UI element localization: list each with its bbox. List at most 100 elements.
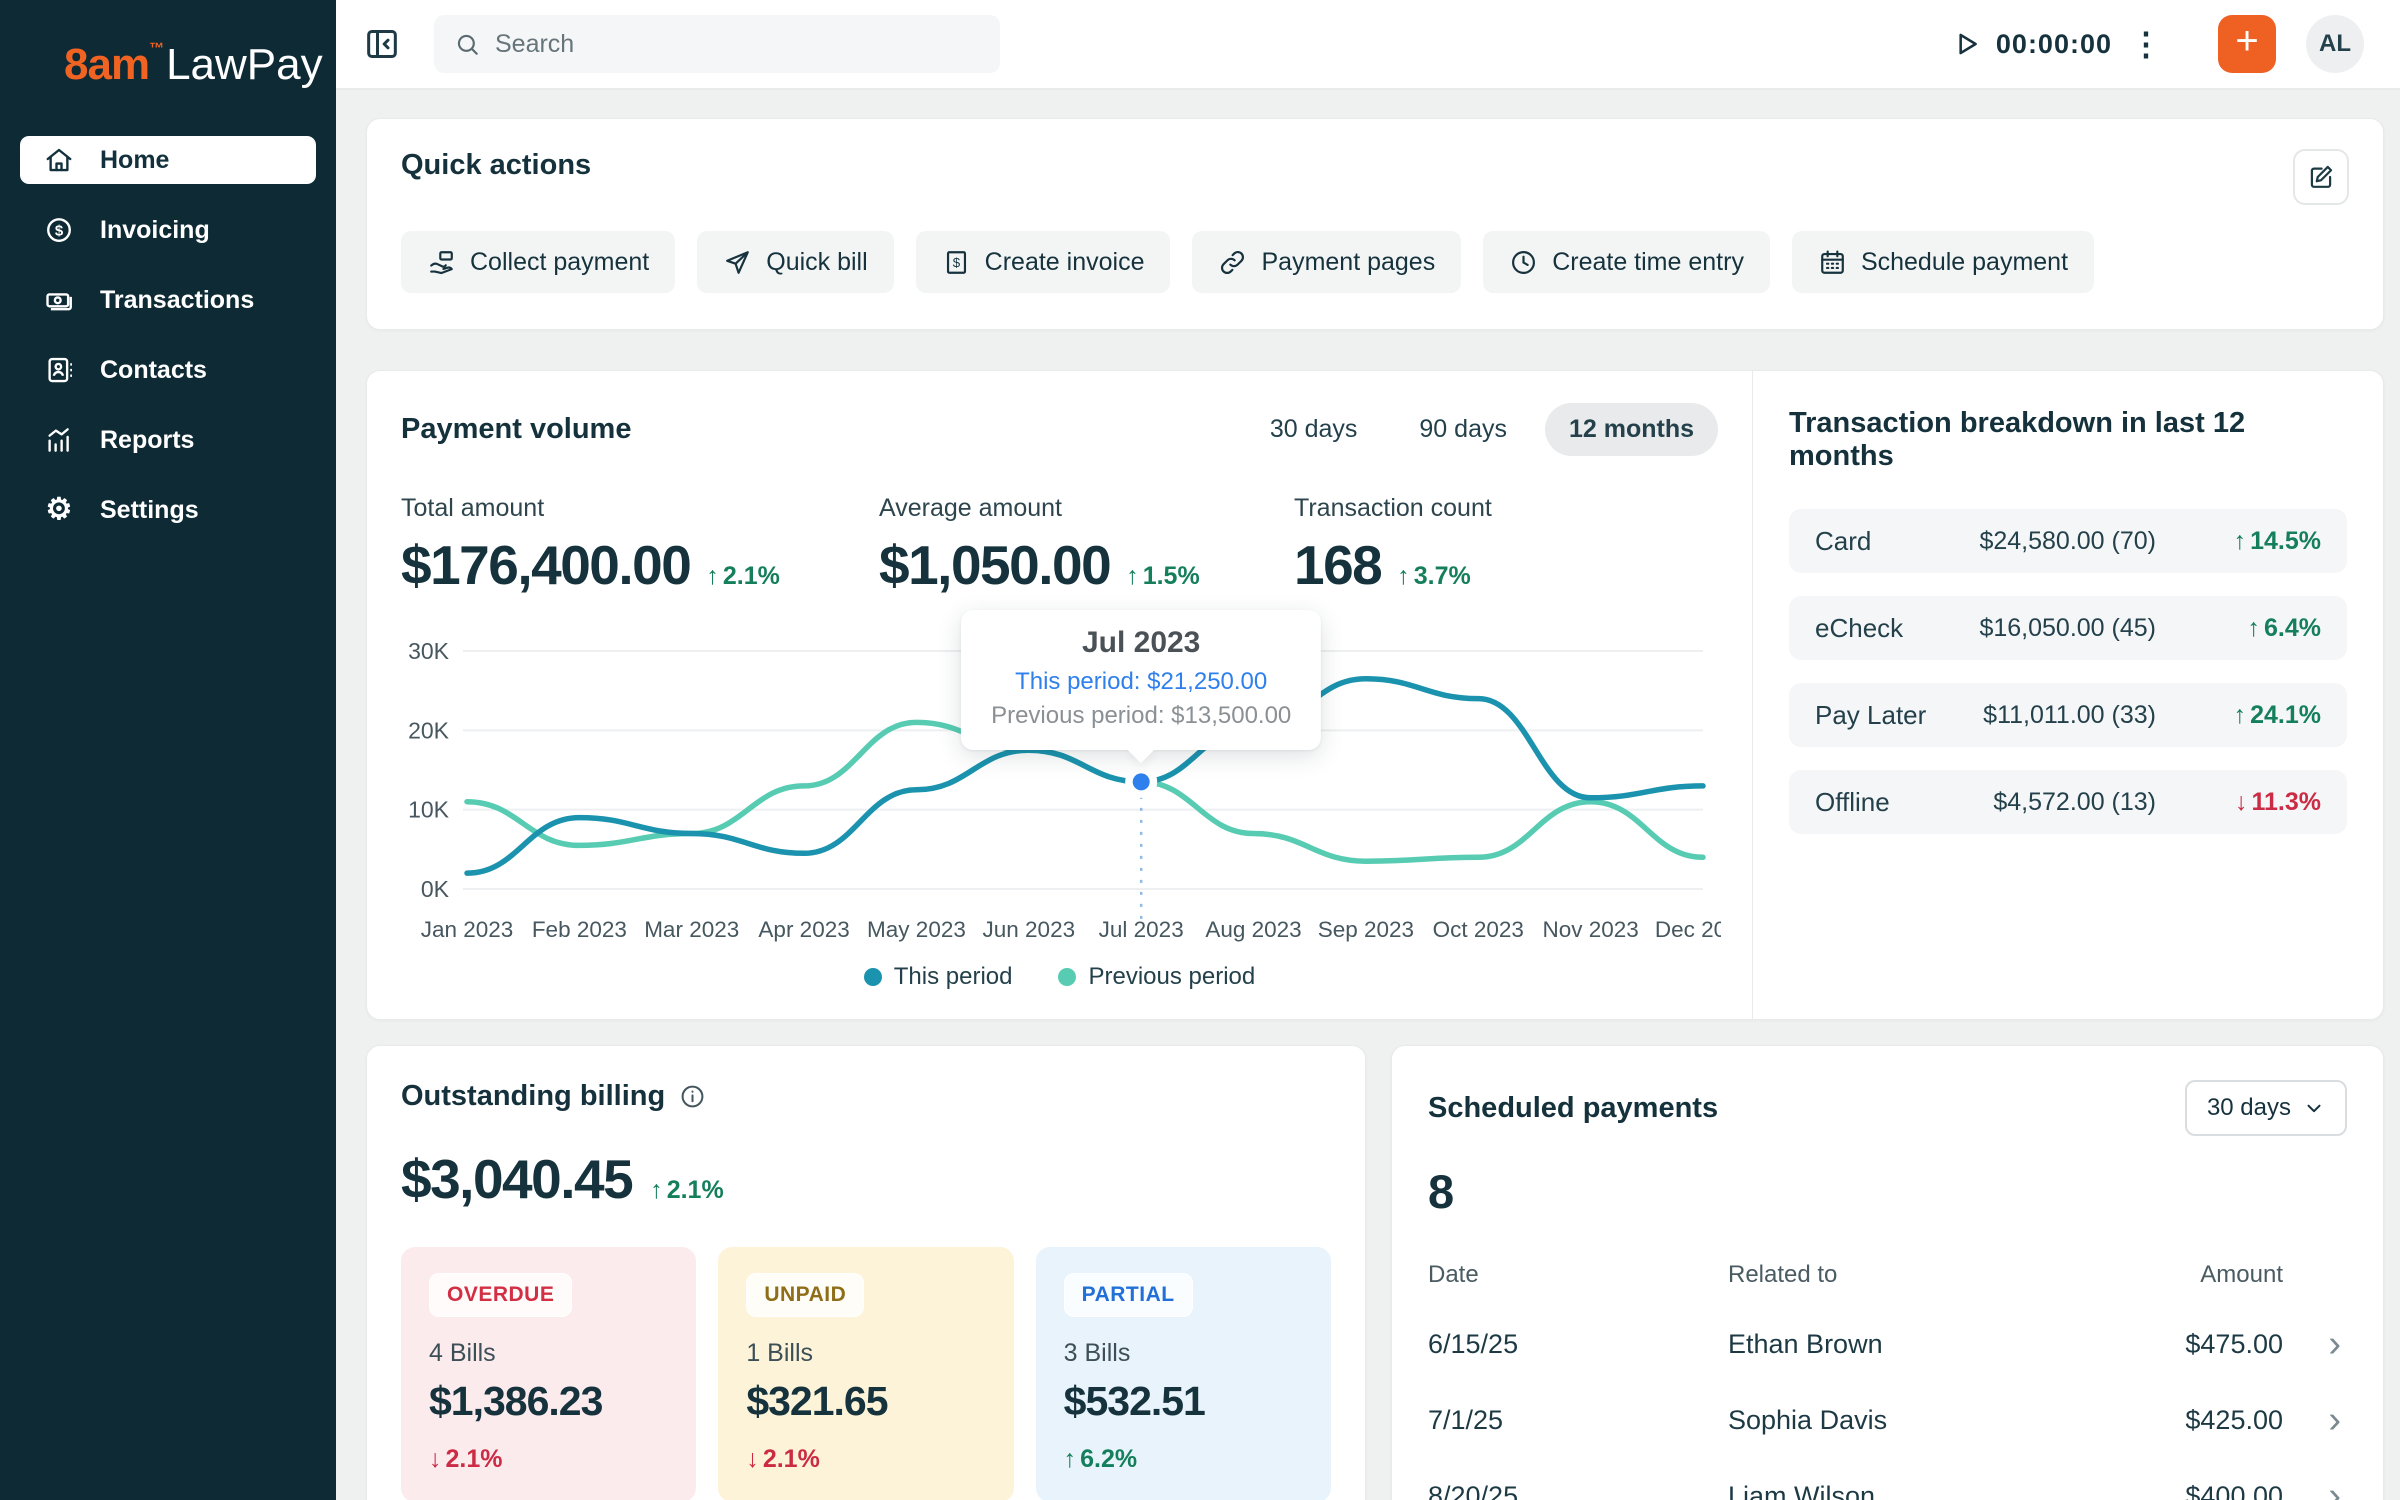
- logo-trademark: ™: [149, 40, 164, 57]
- this-period-dot-icon: [864, 968, 882, 986]
- invoicing-icon: $: [44, 215, 74, 245]
- chevron-right-icon[interactable]: ›: [2283, 1477, 2347, 1500]
- kebab-menu-icon[interactable]: ⋮: [2130, 28, 2162, 60]
- tab-90-days[interactable]: 90 days: [1395, 403, 1531, 456]
- sidebar-item-reports[interactable]: Reports: [20, 416, 316, 464]
- topbar-right: 00:00:00 ⋮ + AL: [1950, 15, 2364, 73]
- sidebar-item-label: Home: [100, 146, 169, 175]
- topbar: 00:00:00 ⋮ + AL: [336, 0, 2400, 90]
- svg-text:Aug 2023: Aug 2023: [1205, 917, 1301, 942]
- collapse-sidebar-button[interactable]: [362, 24, 402, 64]
- partial-tile[interactable]: PARTIAL 3 Bills $532.51 ↑6.2%: [1036, 1247, 1331, 1500]
- sidebar-item-invoicing[interactable]: $ Invoicing: [20, 206, 316, 254]
- svg-text:Nov 2023: Nov 2023: [1542, 917, 1638, 942]
- legend-previous-period: Previous period: [1058, 963, 1255, 991]
- svg-text:Jan 2023: Jan 2023: [421, 917, 514, 942]
- svg-text:$: $: [55, 222, 64, 239]
- add-button[interactable]: +: [2218, 15, 2276, 73]
- logo-lawpay: LawPay: [166, 40, 323, 89]
- payment-volume-chart[interactable]: 0K10K20K30KJan 2023Feb 2023Mar 2023Apr 2…: [401, 623, 1721, 953]
- chart-legend: This period Previous period: [401, 963, 1718, 991]
- table-row[interactable]: 8/20/25 Liam Wilson $400.00 ›: [1428, 1441, 2347, 1500]
- tooltip-this-period: This period: $21,250.00: [991, 668, 1291, 696]
- svg-text:Sep 2023: Sep 2023: [1318, 917, 1414, 942]
- avatar[interactable]: AL: [2306, 15, 2364, 73]
- status-badge-unpaid: UNPAID: [746, 1273, 864, 1317]
- logo-8am: 8am: [64, 40, 149, 89]
- quick-bill-button[interactable]: Quick bill: [697, 231, 893, 293]
- sidebar-item-settings[interactable]: ⚙ Settings: [20, 486, 316, 534]
- schedule-payment-button[interactable]: Schedule payment: [1792, 231, 2094, 293]
- svg-text:$: $: [952, 255, 960, 270]
- outstanding-billing-card: Outstanding billing $3,040.45 ↑2.1% OVER…: [366, 1045, 1366, 1500]
- payment-volume-card: Payment volume 30 days 90 days 12 months…: [366, 370, 2384, 1020]
- stat-transaction-count: Transaction count 168 ↑3.7%: [1294, 494, 1492, 597]
- tooltip-previous-period: Previous period: $13,500.00: [991, 702, 1291, 730]
- svg-text:10K: 10K: [408, 797, 450, 823]
- breakdown-row-offline: Offline $4,572.00 (13) ↓11.3%: [1789, 770, 2347, 834]
- sidebar-item-transactions[interactable]: Transactions: [20, 276, 316, 324]
- sidebar-item-label: Invoicing: [100, 216, 210, 245]
- outstanding-total: $3,040.45: [401, 1147, 632, 1211]
- range-tabs: 30 days 90 days 12 months: [1246, 403, 1718, 456]
- sidebar-item-contacts[interactable]: Contacts: [20, 346, 316, 394]
- timer-display: 00:00:00: [1996, 29, 2112, 60]
- svg-text:Oct 2023: Oct 2023: [1433, 917, 1524, 942]
- svg-text:0K: 0K: [421, 876, 450, 902]
- sidebar-item-label: Reports: [100, 426, 194, 455]
- chart-tooltip: Jul 2023 This period: $21,250.00 Previou…: [961, 610, 1321, 750]
- overdue-tile[interactable]: OVERDUE 4 Bills $1,386.23 ↓2.1%: [401, 1247, 696, 1500]
- app-root: 8am™LawPay Home $ Invoicing Transactions: [0, 0, 2400, 1500]
- search-icon: [454, 31, 481, 58]
- previous-period-dot-icon: [1058, 968, 1076, 986]
- outstanding-delta: ↑2.1%: [650, 1176, 723, 1205]
- stat-average-amount: Average amount $1,050.00 ↑1.5%: [879, 494, 1294, 597]
- schedule-payment-icon: [1818, 248, 1847, 277]
- sidebar-nav: Home $ Invoicing Transactions Contacts: [0, 136, 336, 556]
- main-area: 00:00:00 ⋮ + AL Quick actions Colle: [336, 0, 2400, 1500]
- scheduled-payments-table: Date Related to Amount 6/15/25 Ethan Bro…: [1428, 1261, 2347, 1500]
- tab-12-months[interactable]: 12 months: [1545, 403, 1718, 456]
- tab-30-days[interactable]: 30 days: [1246, 403, 1382, 456]
- search-input[interactable]: [495, 30, 980, 59]
- transaction-breakdown-section: Transaction breakdown in last 12 months …: [1753, 371, 2383, 1019]
- create-invoice-button[interactable]: $ Create invoice: [916, 231, 1171, 293]
- scheduled-count: 8: [1428, 1164, 2347, 1219]
- svg-text:Mar 2023: Mar 2023: [644, 917, 739, 942]
- scheduled-range-dropdown[interactable]: 30 days: [2185, 1080, 2347, 1136]
- app-logo: 8am™LawPay: [0, 0, 336, 90]
- timer-play-button[interactable]: [1950, 28, 1982, 60]
- table-row[interactable]: 6/15/25 Ethan Brown $475.00 ›: [1428, 1289, 2347, 1365]
- info-icon[interactable]: [679, 1083, 706, 1110]
- payment-volume-section: Payment volume 30 days 90 days 12 months…: [367, 371, 1752, 1019]
- payment-volume-stats: Total amount $176,400.00 ↑2.1% Average a…: [401, 494, 1718, 597]
- quick-bill-icon: [723, 248, 752, 277]
- stat-total-amount: Total amount $176,400.00 ↑2.1%: [401, 494, 879, 597]
- breakdown-row-card: Card $24,580.00 (70) ↑14.5%: [1789, 509, 2347, 573]
- sidebar-item-label: Settings: [100, 496, 199, 525]
- sidebar: 8am™LawPay Home $ Invoicing Transactions: [0, 0, 336, 1500]
- payment-pages-button[interactable]: Payment pages: [1192, 231, 1461, 293]
- chevron-right-icon[interactable]: ›: [2283, 1401, 2347, 1439]
- unpaid-tile[interactable]: UNPAID 1 Bills $321.65 ↓2.1%: [718, 1247, 1013, 1500]
- legend-this-period: This period: [864, 963, 1013, 991]
- outstanding-billing-title: Outstanding billing: [401, 1080, 665, 1113]
- home-icon: [44, 145, 74, 175]
- scheduled-payments-card: Scheduled payments 30 days 8 Date Relate…: [1391, 1045, 2384, 1500]
- breakdown-row-echeck: eCheck $16,050.00 (45) ↑6.4%: [1789, 596, 2347, 660]
- svg-text:May 2023: May 2023: [867, 917, 966, 942]
- chevron-right-icon[interactable]: ›: [2283, 1325, 2347, 1363]
- create-invoice-icon: $: [942, 248, 971, 277]
- create-time-entry-button[interactable]: Create time entry: [1483, 231, 1770, 293]
- quick-actions-title: Quick actions: [401, 149, 591, 182]
- svg-text:Apr 2023: Apr 2023: [758, 917, 849, 942]
- table-row[interactable]: 7/1/25 Sophia Davis $425.00 ›: [1428, 1365, 2347, 1441]
- collect-payment-button[interactable]: Collect payment: [401, 231, 675, 293]
- table-header-row: Date Related to Amount: [1428, 1261, 2347, 1289]
- svg-text:Dec 2023: Dec 2023: [1655, 917, 1721, 942]
- sidebar-item-home[interactable]: Home: [20, 136, 316, 184]
- edit-quick-actions-button[interactable]: [2293, 149, 2349, 205]
- search-box: [434, 15, 1000, 73]
- breakdown-title: Transaction breakdown in last 12 months: [1789, 407, 2347, 473]
- collect-payment-icon: [427, 248, 456, 277]
